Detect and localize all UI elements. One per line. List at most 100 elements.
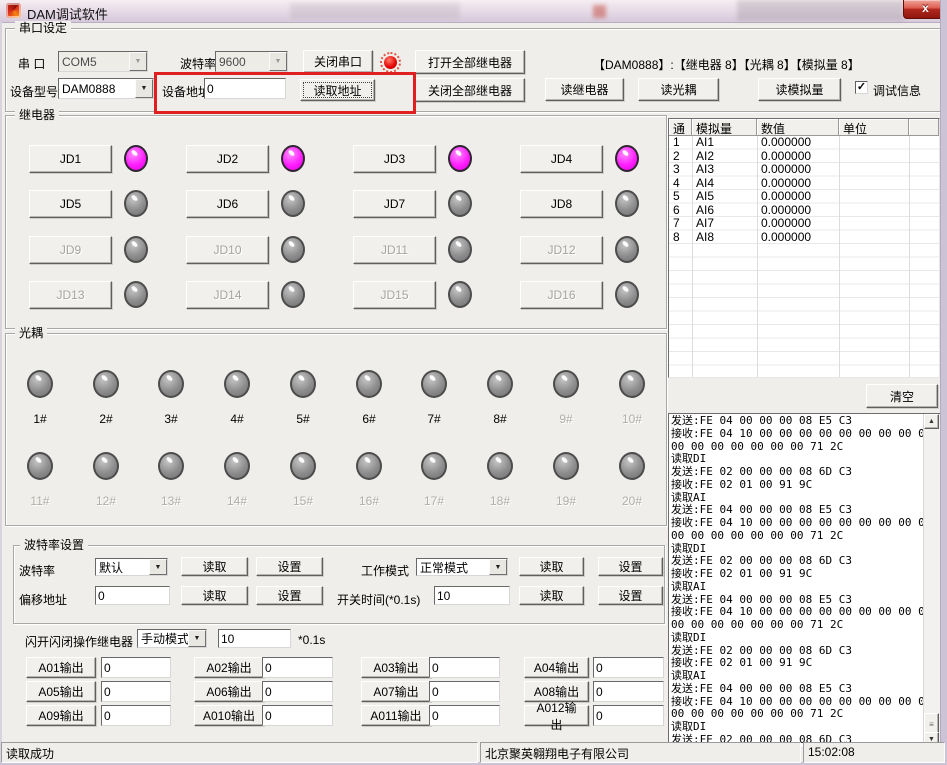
opto-channel: 4#	[224, 370, 250, 426]
ao12-output-button[interactable]: A012输出	[524, 705, 589, 726]
opto-15-label: 15#	[290, 494, 316, 508]
status-company: 北京聚英翱翔电子有限公司	[480, 742, 801, 763]
switch-time-read-button[interactable]: 读取	[519, 586, 584, 605]
ao9-output-button[interactable]: A09输出	[26, 705, 96, 726]
opto-channel: 6#	[356, 370, 382, 426]
header-unit[interactable]: 单位	[839, 119, 909, 136]
read-analog-button[interactable]: 读模拟量	[758, 78, 841, 101]
chevron-down-icon: ▼	[129, 52, 147, 71]
switch-time-set-button[interactable]: 设置	[598, 586, 663, 605]
flash-mode-select[interactable]: 手动模式 ▼	[137, 629, 207, 648]
relay-jd5-button[interactable]: JD5	[29, 190, 112, 218]
relay-jd2-button[interactable]: JD2	[186, 145, 269, 173]
debug-info-checkbox[interactable]: ✓	[855, 81, 868, 94]
ao6-output-button[interactable]: A06输出	[194, 681, 264, 702]
table-row[interactable]: 5AI50.000000	[669, 190, 939, 204]
relay-jd3-led	[448, 145, 472, 172]
table-row[interactable]: 3AI30.000000	[669, 163, 939, 177]
table-row[interactable]: 6AI60.000000	[669, 204, 939, 218]
ao1-value-input[interactable]	[101, 657, 171, 678]
close-port-button[interactable]: 关闭串口	[303, 50, 373, 73]
table-row[interactable]: 4AI40.000000	[669, 177, 939, 191]
header-value[interactable]: 数值	[757, 119, 839, 136]
baud-select[interactable]: 9600 ▼	[215, 51, 288, 72]
table-row[interactable]: 7AI70.000000	[669, 217, 939, 231]
table-row[interactable]: 8AI80.000000	[669, 231, 939, 245]
opto-channel: 5#	[290, 370, 316, 426]
opto-16-led	[356, 452, 382, 480]
read-relay-button[interactable]: 读继电器	[545, 78, 624, 101]
work-mode-read-button[interactable]: 读取	[519, 557, 584, 576]
read-address-button[interactable]: 读取地址	[300, 79, 375, 101]
port-select[interactable]: COM5 ▼	[58, 51, 148, 72]
ao7-value-input[interactable]	[429, 681, 500, 702]
flash-time-unit: *0.1s	[298, 633, 325, 647]
ao2-value-input[interactable]	[262, 657, 333, 678]
work-mode-set-button[interactable]: 设置	[598, 557, 663, 576]
baud-settings-group: 波特率设置 波特率 默认 ▼ 读取 设置 工作模式 正常模式 ▼ 读取 设置 偏…	[13, 545, 665, 624]
header-channel[interactable]: 通	[669, 119, 692, 136]
opto-2-label: 2#	[93, 412, 119, 426]
relay-jd16-button: JD16	[520, 281, 603, 309]
ao5-value-input[interactable]	[101, 681, 171, 702]
ao12-value-input[interactable]	[593, 705, 664, 726]
ao4-value-input[interactable]	[593, 657, 664, 678]
scroll-up-icon[interactable]: ▲	[924, 414, 939, 429]
ao6-value-input[interactable]	[262, 681, 333, 702]
opto-13-led	[158, 452, 184, 480]
model-select[interactable]: DAM0888 ▼	[58, 78, 154, 99]
offset-address-input[interactable]	[95, 586, 170, 605]
baudrate-read-button[interactable]: 读取	[181, 557, 248, 576]
ao3-output-button[interactable]: A03输出	[361, 657, 431, 678]
relay-jd8-button[interactable]: JD8	[520, 190, 603, 218]
ao4-output-button[interactable]: A04输出	[524, 657, 589, 678]
comm-log[interactable]: 发送:FE 04 00 00 00 08 E5 C3 接收:FE 04 10 0…	[668, 413, 941, 748]
relay-jd4-button[interactable]: JD4	[520, 145, 603, 173]
comm-log-text: 发送:FE 04 00 00 00 08 E5 C3 接收:FE 04 10 0…	[671, 415, 923, 747]
relay-jd9-button: JD9	[29, 236, 112, 264]
relay-jd3-button[interactable]: JD3	[353, 145, 436, 173]
read-opto-button[interactable]: 读光耦	[638, 78, 719, 101]
ao1-output-button[interactable]: A01输出	[26, 657, 96, 678]
ao11-output-button[interactable]: A011输出	[361, 705, 431, 726]
opto-7-led	[421, 370, 447, 398]
work-mode-select[interactable]: 正常模式 ▼	[416, 558, 508, 576]
opto-20-led	[619, 452, 645, 480]
ao11-value-input[interactable]	[429, 705, 500, 726]
offset-address-label: 偏移地址	[19, 591, 67, 608]
ao3-value-input[interactable]	[429, 657, 500, 678]
flash-time-input[interactable]	[218, 629, 291, 648]
baudrate-set-button[interactable]: 设置	[256, 557, 323, 576]
close-all-relays-button[interactable]: 关闭全部继电器	[415, 78, 525, 102]
table-row[interactable]: 1AI10.000000	[669, 136, 939, 150]
offset-set-button[interactable]: 设置	[256, 586, 323, 605]
open-all-relays-button[interactable]: 打开全部继电器	[415, 50, 525, 74]
device-address-input[interactable]	[204, 78, 286, 99]
status-message: 读取成功	[1, 742, 478, 763]
ao9-value-input[interactable]	[101, 705, 171, 726]
ao7-output-button[interactable]: A07输出	[361, 681, 431, 702]
header-analog[interactable]: 模拟量	[692, 119, 757, 136]
log-scrollbar[interactable]: ▲ ≡ ▼	[923, 414, 940, 747]
offset-read-button[interactable]: 读取	[181, 586, 248, 605]
relay-jd16-led	[615, 281, 639, 308]
switch-time-input[interactable]	[434, 586, 510, 605]
relay-jd7-button[interactable]: JD7	[353, 190, 436, 218]
table-row[interactable]: 2AI20.000000	[669, 150, 939, 164]
ao10-output-button[interactable]: A010输出	[194, 705, 264, 726]
clear-log-button[interactable]: 清空	[866, 384, 938, 408]
relay-jd1-button[interactable]: JD1	[29, 145, 112, 173]
ao8-value-input[interactable]	[593, 681, 664, 702]
baudrate-select[interactable]: 默认 ▼	[95, 558, 168, 576]
relay-jd5-led	[124, 190, 148, 217]
ao2-output-button[interactable]: A02输出	[194, 657, 264, 678]
serial-group-title: 串口设定	[15, 21, 71, 35]
opto-9-led	[553, 370, 579, 398]
opto-20-label: 20#	[619, 494, 645, 508]
work-mode-select-value: 正常模式	[417, 559, 489, 576]
relay-jd6-button[interactable]: JD6	[186, 190, 269, 218]
ao5-output-button[interactable]: A05输出	[26, 681, 96, 702]
ao10-value-input[interactable]	[262, 705, 333, 726]
device-address-label: 设备地址	[162, 83, 210, 100]
opto-10-label: 10#	[619, 412, 645, 426]
